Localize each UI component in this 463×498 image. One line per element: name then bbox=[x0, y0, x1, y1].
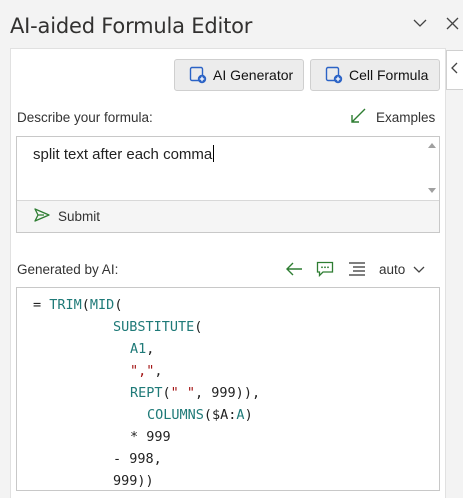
chevron-left-icon bbox=[451, 61, 459, 79]
format-lines-icon bbox=[348, 261, 366, 282]
chevron-down-icon[interactable] bbox=[411, 14, 429, 32]
undo-button[interactable] bbox=[285, 261, 303, 282]
code-line-5: REPT(" ", 999)), bbox=[130, 385, 261, 401]
generated-formula-editor[interactable]: = TRIM(MID( SUBSTITUTE( A1, ",", REPT(" … bbox=[16, 287, 440, 491]
describe-label: Describe your formula: bbox=[17, 110, 153, 125]
chevron-down-icon bbox=[405, 262, 425, 277]
code-line-8: - 998, bbox=[113, 451, 162, 467]
scroll-up-icon[interactable] bbox=[428, 143, 436, 148]
title-bar: AI-aided Formula Editor bbox=[0, 0, 463, 48]
submit-label: Submit bbox=[58, 209, 101, 224]
code-line-4: ",", bbox=[130, 363, 163, 379]
examples-arrow-icon bbox=[350, 108, 376, 127]
text-caret bbox=[213, 145, 215, 162]
code-line-3: A1, bbox=[130, 341, 155, 357]
code-line-1: = TRIM(MID( bbox=[33, 297, 123, 313]
submit-button[interactable]: Submit bbox=[17, 200, 439, 232]
pane-title: AI-aided Formula Editor bbox=[10, 14, 253, 38]
ai-generator-icon bbox=[189, 66, 207, 84]
comment-icon bbox=[316, 261, 334, 282]
cell-formula-icon bbox=[325, 66, 343, 84]
generated-label: Generated by AI: bbox=[17, 262, 119, 277]
code-line-9: 999)) bbox=[113, 473, 154, 489]
explain-button[interactable] bbox=[316, 261, 334, 282]
send-icon bbox=[17, 208, 58, 225]
code-line-6: COLUMNS($A:A) bbox=[147, 407, 253, 423]
ai-generator-label: AI Generator bbox=[213, 67, 294, 83]
close-icon[interactable] bbox=[443, 14, 461, 32]
formula-description-input[interactable]: split text after each comma Submit bbox=[16, 136, 440, 233]
mode-value: auto bbox=[379, 262, 406, 277]
ai-generator-button[interactable]: AI Generator bbox=[174, 59, 304, 91]
mode-select[interactable]: auto bbox=[379, 262, 425, 277]
code-line-2: SUBSTITUTE( bbox=[113, 319, 203, 335]
examples-link[interactable]: Examples bbox=[350, 108, 435, 127]
formula-description-text[interactable]: split text after each comma bbox=[33, 145, 215, 163]
examples-label: Examples bbox=[376, 110, 436, 125]
cell-formula-label: Cell Formula bbox=[349, 67, 429, 83]
input-scrollbar[interactable] bbox=[425, 137, 439, 200]
format-button[interactable] bbox=[348, 261, 366, 282]
cell-formula-button[interactable]: Cell Formula bbox=[310, 59, 440, 91]
code-line-7: * 999 bbox=[130, 429, 171, 445]
back-arrow-icon bbox=[285, 261, 303, 282]
scroll-down-icon[interactable] bbox=[428, 188, 436, 193]
input-value: split text after each comma bbox=[33, 146, 213, 163]
collapse-tab[interactable] bbox=[446, 50, 463, 90]
